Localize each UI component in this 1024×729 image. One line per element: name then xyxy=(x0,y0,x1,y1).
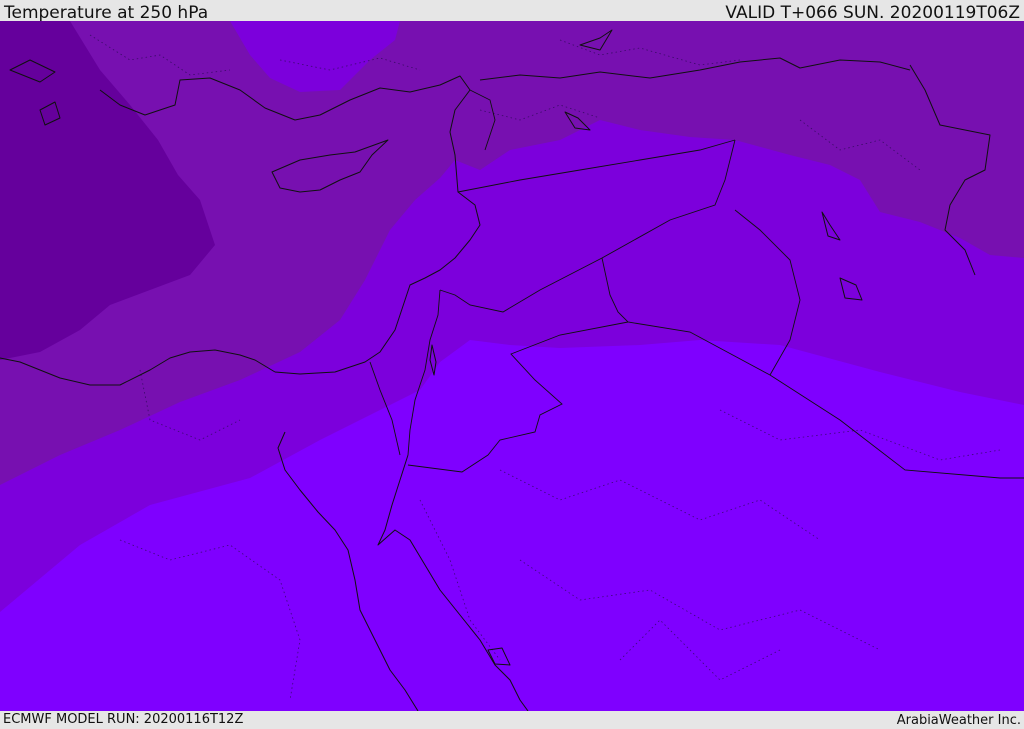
header-bar: Temperature at 250 hPa VALID T+066 SUN. … xyxy=(0,0,1024,23)
model-run: ECMWF MODEL RUN: 20200116T12Z xyxy=(3,712,244,727)
footer-bar: ECMWF MODEL RUN: 20200116T12Z ArabiaWeat… xyxy=(0,711,1024,729)
valid-time: VALID T+066 SUN. 20200119T06Z xyxy=(725,3,1020,23)
temperature-map xyxy=(0,21,1024,711)
map-area[interactable] xyxy=(0,21,1024,711)
credit-label: ArabiaWeather Inc. xyxy=(896,713,1021,728)
map-title: Temperature at 250 hPa xyxy=(4,3,209,23)
